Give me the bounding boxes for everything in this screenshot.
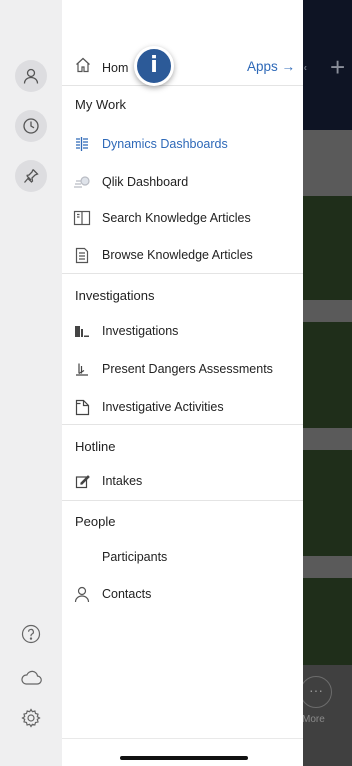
nav-item-label: Search Knowledge Articles: [102, 211, 251, 225]
user-icon: [23, 68, 39, 84]
nav-item-intakes[interactable]: Intakes: [62, 463, 303, 499]
section-title-people: People: [75, 514, 116, 529]
recent-button[interactable]: [15, 110, 47, 142]
section-divider: [62, 424, 303, 425]
nav-item-participants[interactable]: Participants: [62, 539, 303, 575]
more-button[interactable]: ···: [300, 676, 332, 708]
nav-item-label: Participants: [102, 550, 168, 564]
section-divider: [62, 273, 303, 274]
navigation-drawer: Hom Apps → i My Work Dynamics Dashboards…: [62, 0, 303, 766]
background-header: ˓ +: [300, 0, 352, 130]
cloud-button[interactable]: [19, 666, 43, 690]
background-row: [300, 428, 352, 450]
info-badge[interactable]: i: [134, 46, 174, 86]
home-nav-item[interactable]: Hom Apps →: [62, 50, 303, 86]
nav-item-label: Investigations: [102, 324, 179, 338]
nav-item-label: Qlik Dashboard: [102, 175, 189, 189]
help-button[interactable]: [19, 622, 43, 646]
nav-item-contacts[interactable]: Contacts: [62, 576, 303, 612]
nav-item-qlik-dashboard[interactable]: Qlik Dashboard: [62, 164, 303, 200]
person-icon: [73, 585, 91, 603]
nav-item-label: Browse Knowledge Articles: [102, 248, 253, 262]
nav-item-label: Dynamics Dashboards: [102, 137, 228, 151]
left-rail: [0, 0, 62, 766]
background-row: [300, 130, 352, 196]
nav-item-browse-knowledge-articles[interactable]: Browse Knowledge Articles: [62, 237, 303, 273]
dashboard-grid-icon: [73, 135, 91, 153]
edit-note-icon: [73, 472, 91, 490]
qlik-icon: [73, 173, 91, 191]
nav-item-investigative-activities[interactable]: Investigative Activities: [62, 389, 303, 425]
document-list-icon: [73, 246, 91, 264]
background-row: [300, 300, 352, 322]
activity-document-icon: [73, 398, 91, 416]
recent-clock-icon: [23, 118, 39, 134]
home-indicator[interactable]: [120, 756, 248, 760]
investigation-icon: [73, 322, 91, 340]
section-divider: [62, 500, 303, 501]
apps-link[interactable]: Apps →: [247, 59, 295, 74]
help-icon: [21, 624, 41, 644]
nav-item-label: Contacts: [102, 587, 152, 601]
background-partial-icon: ˓: [302, 54, 309, 76]
danger-assessment-icon: [73, 360, 91, 378]
background-tile: [300, 322, 352, 428]
pin-icon: [24, 169, 39, 183]
home-label: Hom: [102, 61, 129, 75]
background-tile: [300, 196, 352, 300]
background-tile: [300, 450, 352, 556]
section-title-investigations: Investigations: [75, 288, 155, 303]
nav-item-present-dangers-assessments[interactable]: Present Dangers Assessments: [62, 351, 303, 387]
book-open-icon: [73, 209, 91, 227]
nav-item-label: Intakes: [102, 474, 143, 488]
profile-button[interactable]: [15, 60, 47, 92]
more-label: More: [302, 714, 325, 725]
background-tile: [300, 578, 352, 665]
pinned-button[interactable]: [15, 160, 47, 192]
nav-item-label: Present Dangers Assessments: [102, 362, 273, 376]
settings-gear-icon: [21, 708, 41, 728]
cloud-icon: [21, 670, 42, 685]
settings-button[interactable]: [19, 706, 43, 730]
background-row: [300, 556, 352, 578]
section-title-my-work: My Work: [75, 97, 127, 112]
home-icon: [74, 56, 92, 79]
nav-item-label: Investigative Activities: [102, 400, 224, 414]
nav-item-dynamics-dashboards[interactable]: Dynamics Dashboards: [62, 126, 303, 162]
add-icon[interactable]: +: [330, 52, 345, 83]
nav-item-investigations[interactable]: Investigations: [62, 313, 303, 349]
nav-item-search-knowledge-articles[interactable]: Search Knowledge Articles: [62, 200, 303, 236]
section-title-hotline: Hotline: [75, 439, 116, 454]
bottom-divider: [62, 738, 303, 739]
